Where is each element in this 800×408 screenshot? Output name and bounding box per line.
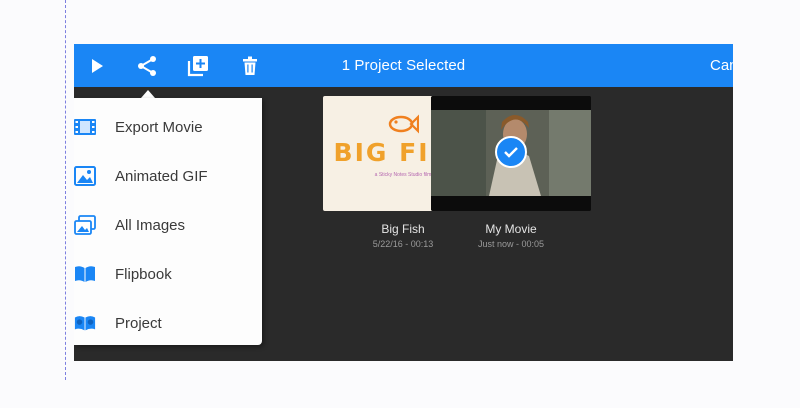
images-icon [74, 214, 96, 236]
menu-item-all-images[interactable]: All Images [74, 201, 262, 249]
project-meta: Just now - 00:05 [477, 239, 545, 249]
menu-item-flipbook[interactable]: Flipbook [74, 250, 262, 298]
menu-item-label: Project [115, 314, 162, 332]
cancel-button[interactable]: Can [710, 44, 733, 87]
menu-item-label: Animated GIF [115, 167, 208, 185]
film-icon [74, 116, 96, 138]
project-title: My Movie [485, 222, 537, 236]
menu-item-label: Export Movie [115, 118, 203, 136]
share-menu: Export Movie Animated GIF All Images Fli… [74, 98, 262, 345]
project-thumbnail [431, 96, 591, 211]
selection-title: 1 Project Selected [341, 57, 466, 74]
app-window: 1 Project Selected Can BIG FISH a Sticky… [74, 44, 733, 361]
toolbar: 1 Project Selected Can [74, 44, 733, 87]
menu-item-project[interactable]: Project [74, 299, 262, 347]
fish-icon [388, 114, 419, 134]
selected-check-icon [495, 136, 527, 168]
menu-item-animated-gif[interactable]: Animated GIF [74, 152, 262, 200]
menu-item-label: All Images [115, 216, 186, 234]
menu-item-export-movie[interactable]: Export Movie [74, 103, 262, 151]
menu-item-label: Flipbook [115, 265, 172, 283]
menu-caret [141, 90, 155, 98]
project-icon [74, 312, 96, 334]
guide-line [65, 0, 66, 380]
image-icon [74, 165, 96, 187]
book-icon [74, 263, 96, 285]
